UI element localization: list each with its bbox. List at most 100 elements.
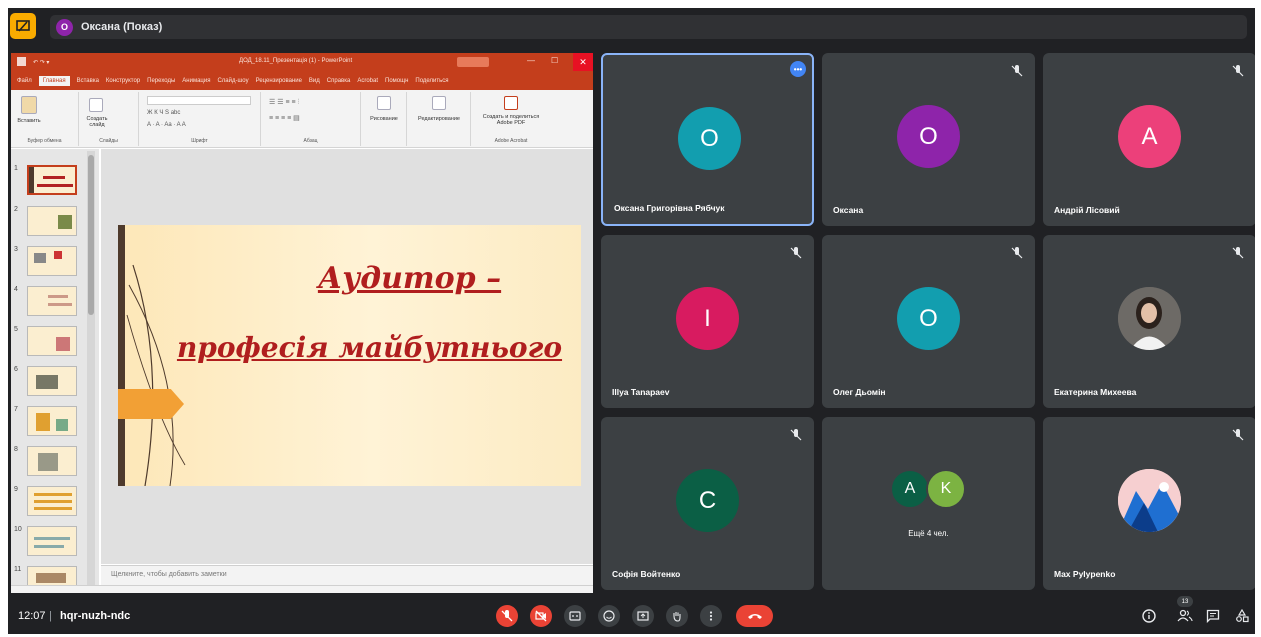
participant-tile[interactable]: I Illya Tanapaev [601, 235, 814, 408]
font-color-icons: A · A · Aa · A A [147, 122, 186, 128]
find-icon [432, 96, 446, 110]
info-icon [1142, 609, 1156, 623]
more-count-label: Ещё 4 чел. [908, 529, 949, 538]
undo-icon: ↶ ↷ ▾ [33, 60, 50, 66]
meeting-details-button[interactable] [1140, 607, 1158, 625]
chat-button[interactable] [1204, 607, 1222, 625]
thumb-number: 8 [14, 446, 18, 453]
more-options-icon[interactable]: ••• [790, 61, 806, 77]
clock: 12:07 [18, 610, 46, 622]
present-icon[interactable] [10, 13, 36, 39]
slide-thumbnail [27, 446, 77, 476]
avatar: A [1118, 105, 1181, 168]
chat-icon [1206, 609, 1220, 623]
ribbon-tab: Главная [38, 75, 70, 86]
notes-placeholder: Щелкните, чтобы добавить заметки [111, 571, 227, 578]
participant-tile[interactable]: A Андрій Лісовий [1043, 53, 1255, 226]
camera-toggle-button[interactable] [530, 605, 552, 627]
mic-off-icon [790, 429, 802, 441]
people-button[interactable] [1176, 607, 1194, 625]
participant-tile[interactable]: Max Pylypenko [1043, 417, 1255, 590]
drawing-label: Рисование [370, 116, 398, 122]
ribbon-tab: Вид [308, 77, 320, 84]
ribbon-tab: Переходы [147, 77, 176, 84]
participant-name: Оксана Григорівна Рябчук [614, 203, 725, 213]
thumb-number: 9 [14, 486, 18, 493]
ribbon-tab: Acrobat [357, 77, 379, 84]
avatar: I [676, 287, 739, 350]
signin-button [457, 57, 489, 67]
clipboard-group: Вставить Буфер обмена [11, 92, 79, 146]
ribbon-tab: Рецензирование [255, 77, 302, 84]
ribbon-tab: Анимация [182, 77, 211, 84]
acrobat-group: Создать и поделиться Adobe PDF Adobe Acr… [471, 92, 551, 146]
window-title: ДОД_18.11_Презентація (1) - PowerPoint [239, 58, 353, 64]
mic-toggle-button[interactable] [496, 605, 518, 627]
pdf-icon [504, 96, 518, 110]
slide-thumbnail [27, 526, 77, 556]
save-icon [17, 57, 26, 66]
paragraph-label: Абзац [303, 138, 318, 144]
ribbon-tab: Слайд-шоу [217, 77, 249, 84]
thumb-number: 6 [14, 366, 18, 373]
ribbon-tab: Справка [326, 77, 351, 84]
profile-photo-icon [1118, 287, 1181, 350]
drawing-group: Рисование [361, 92, 407, 146]
presenter-chip[interactable]: O Оксана (Показ) [50, 15, 1247, 39]
font-group: Ж К Ч S abc A · A · Aa · A A Шрифт [139, 92, 261, 146]
people-count-badge: 13 [1177, 596, 1193, 607]
participant-name: Оксана [833, 205, 864, 215]
participant-tile[interactable]: Екатерина Михеева [1043, 235, 1255, 408]
thumb-number: 2 [14, 206, 18, 213]
activities-button[interactable] [1233, 607, 1251, 625]
end-call-button[interactable] [736, 605, 773, 627]
slide-thumbnail [27, 286, 77, 316]
participant-name: Софія Войтенко [612, 569, 681, 579]
raise-hand-button[interactable] [666, 605, 688, 627]
font-label: Шрифт [191, 138, 208, 144]
hang-up-icon [747, 614, 762, 619]
mic-off-icon [1232, 247, 1244, 259]
reactions-button[interactable] [598, 605, 620, 627]
people-icon [1177, 609, 1193, 622]
mic-off-icon [1232, 65, 1244, 77]
slide-thumbnail [27, 165, 77, 195]
current-slide: Аудитор – професія майбутнього [118, 225, 581, 486]
mic-off-icon [790, 247, 802, 259]
powerpoint-titlebar: ↶ ↷ ▾ ДОД_18.11_Презентація (1) - PowerP… [11, 53, 593, 71]
shared-screen[interactable]: ↶ ↷ ▾ ДОД_18.11_Презентація (1) - PowerP… [11, 53, 593, 593]
thumb-number: 4 [14, 286, 18, 293]
participant-tile[interactable]: O Оксана [822, 53, 1035, 226]
thumb-number: 1 [14, 165, 18, 172]
participant-name: Illya Tanapaev [612, 387, 670, 397]
more-options-button[interactable] [700, 605, 722, 627]
captions-button[interactable] [564, 605, 586, 627]
new-slide-label: Создать слайд [86, 116, 108, 128]
avatar: O [897, 287, 960, 350]
avatar: O [897, 105, 960, 168]
create-share-label: Создать и поделиться Adobe PDF [482, 114, 540, 126]
adobe-label: Adobe Acrobat [494, 138, 528, 144]
participant-name: Андрій Лісовий [1054, 205, 1120, 215]
new-slide-icon [89, 98, 103, 112]
participant-tile[interactable]: ••• O Оксана Григорівна Рябчук [601, 53, 814, 226]
paragraph-icons: ☰ ☰ ≡ ≡ ⫶ [269, 99, 300, 106]
slide-thumbnail [27, 246, 77, 276]
participant-name: Олег Дьомін [833, 387, 886, 397]
avatar: O [678, 107, 741, 170]
slide-title-line2: професія майбутнього [176, 331, 563, 364]
meet-window: O Оксана (Показ) ↶ ↷ ▾ ДОД_18.11_Презент… [8, 8, 1255, 634]
participant-tile[interactable]: O Олег Дьомін [822, 235, 1035, 408]
participant-tile[interactable]: C Софія Войтенко [601, 417, 814, 590]
more-participants-tile[interactable]: A K Ещё 4 чел. [822, 417, 1035, 590]
mic-off-icon [1011, 65, 1023, 77]
more-vert-icon [709, 611, 713, 621]
ribbon-tab: Поделиться [415, 77, 449, 84]
mic-off-icon [1232, 429, 1244, 441]
slide-arrow-shape [118, 389, 184, 419]
editing-group: Редактирование [407, 92, 471, 146]
slides-group: Создать слайд Слайды [79, 92, 139, 146]
slide-thumbnails: 1 2 3 4 5 6 7 8 9 10 11 [11, 149, 99, 593]
present-now-button[interactable] [632, 605, 654, 627]
slide-thumbnail [27, 326, 77, 356]
